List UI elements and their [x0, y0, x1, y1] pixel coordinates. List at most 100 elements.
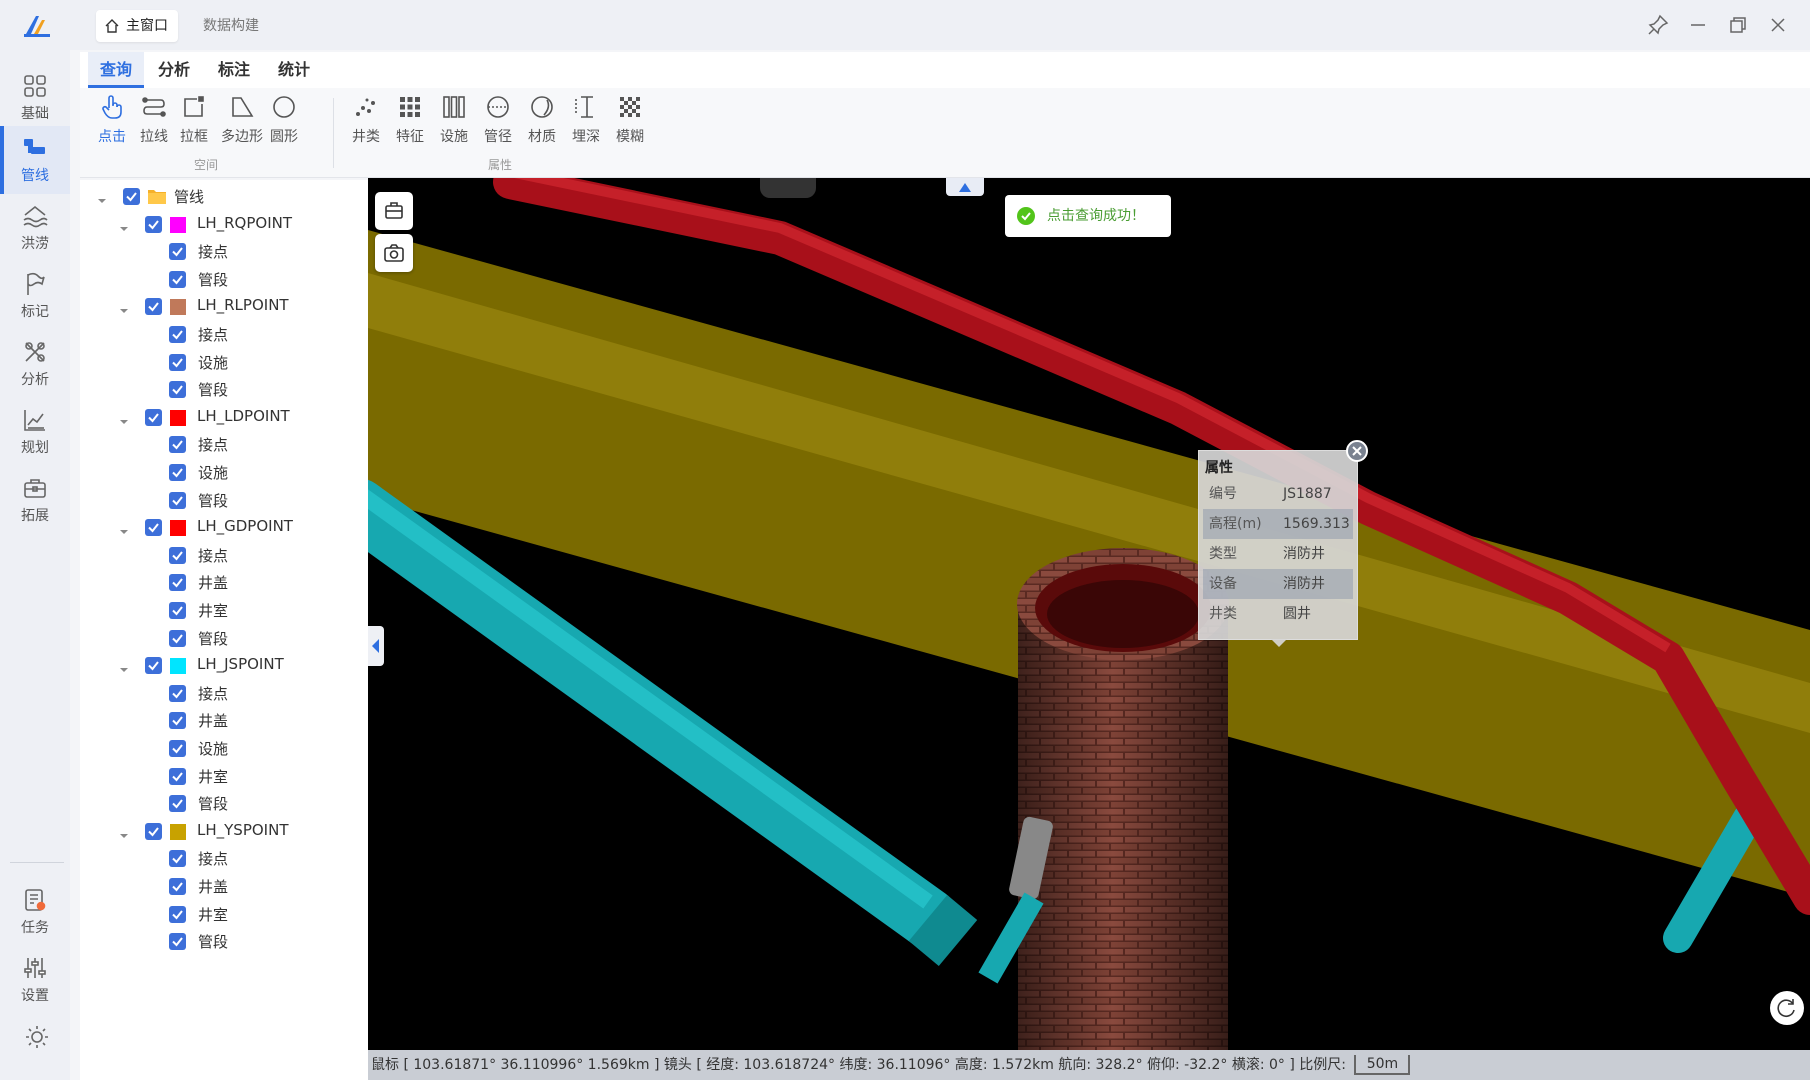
tree-sublayer[interactable]: 管段 — [80, 486, 368, 516]
tree-layer[interactable]: LH_RQPOINT — [80, 210, 368, 240]
checkbox-checked[interactable] — [145, 298, 162, 315]
tree-sublayer[interactable]: 接点 — [80, 844, 368, 874]
pipeline-3d-scene[interactable] — [368, 178, 1810, 1050]
rail-item-basic[interactable]: 基础 — [0, 64, 70, 132]
checkbox-checked[interactable] — [169, 464, 186, 481]
checkbox-checked[interactable] — [169, 795, 186, 812]
tree-sublayer[interactable]: 管段 — [80, 927, 368, 957]
collapse-caret-icon[interactable] — [119, 523, 129, 534]
tree-sublayer[interactable]: 井盖 — [80, 568, 368, 598]
tree-sublayer[interactable]: 管段 — [80, 375, 368, 405]
checkbox-checked[interactable] — [169, 933, 186, 950]
tree-layer[interactable]: LH_LDPOINT — [80, 403, 368, 433]
tree-root[interactable]: 管线 — [80, 182, 368, 212]
checkbox-checked[interactable] — [145, 657, 162, 674]
tab-main-window[interactable]: 主窗口 — [96, 10, 178, 42]
rail-item-planning[interactable]: 规划 — [0, 398, 70, 466]
checkbox-checked[interactable] — [169, 878, 186, 895]
tree-sublayer[interactable]: 接点 — [80, 679, 368, 709]
minimize-icon[interactable] — [1686, 13, 1710, 37]
checkbox-checked[interactable] — [169, 630, 186, 647]
rail-item-settings[interactable]: 设置 — [0, 946, 70, 1014]
facility-button[interactable]: 设施 — [432, 94, 476, 156]
screenshot-button[interactable] — [375, 234, 413, 272]
tree-layer[interactable]: LH_GDPOINT — [80, 513, 368, 543]
checkbox-checked[interactable] — [169, 685, 186, 702]
rail-item-mark[interactable]: 标记 — [0, 262, 70, 330]
collapse-caret-icon[interactable] — [119, 302, 129, 313]
checkbox-checked[interactable] — [145, 823, 162, 840]
tree-sublayer[interactable]: 设施 — [80, 734, 368, 764]
material-button[interactable]: 材质 — [520, 94, 564, 156]
tab-analysis[interactable]: 分析 — [146, 52, 202, 88]
checkbox-checked[interactable] — [169, 436, 186, 453]
tree-layer[interactable]: LH_YSPOINT — [80, 817, 368, 847]
close-icon[interactable] — [1766, 13, 1790, 37]
restore-icon[interactable] — [1726, 13, 1750, 37]
map-viewport[interactable]: 点击查询成功！ 属性 编号 JS1887 高程(m) 1569.313 类型 消… — [368, 178, 1810, 1050]
circle-query-button[interactable]: 圆形 — [262, 94, 306, 156]
rail-item-pipeline[interactable]: 管线 — [0, 126, 70, 194]
tab-statistics[interactable]: 统计 — [266, 52, 322, 88]
checkbox-checked[interactable] — [169, 492, 186, 509]
depth-button[interactable]: 埋深 — [564, 94, 608, 156]
tree-sublayer[interactable]: 接点 — [80, 237, 368, 267]
tree-sublayer[interactable]: 管段 — [80, 265, 368, 295]
box-query-button[interactable]: 拉框 — [172, 94, 216, 156]
expand-top-tab[interactable] — [946, 178, 984, 196]
tab-query[interactable]: 查询 — [88, 52, 144, 88]
well-type-button[interactable]: 井类 — [344, 94, 388, 156]
tree-sublayer[interactable]: 井盖 — [80, 872, 368, 902]
popup-close-button[interactable] — [1346, 440, 1368, 462]
tree-sublayer[interactable]: 接点 — [80, 320, 368, 350]
checkbox-checked[interactable] — [169, 381, 186, 398]
collapse-caret-icon[interactable] — [119, 661, 129, 672]
checkbox-checked[interactable] — [169, 574, 186, 591]
tree-sublayer[interactable]: 接点 — [80, 541, 368, 571]
checkbox-checked[interactable] — [169, 768, 186, 785]
checkbox-checked[interactable] — [169, 243, 186, 260]
click-query-button[interactable]: 点击 — [90, 94, 134, 156]
rail-item-extend[interactable]: 拓展 — [0, 466, 70, 534]
collapse-caret-icon[interactable] — [119, 413, 129, 424]
rail-item-flood[interactable]: 洪涝 — [0, 194, 70, 262]
checkbox-checked[interactable] — [145, 409, 162, 426]
tree-layer[interactable]: LH_JSPOINT — [80, 651, 368, 681]
tree-sublayer[interactable]: 井室 — [80, 596, 368, 626]
tree-layer[interactable]: LH_RLPOINT — [80, 292, 368, 322]
pin-icon[interactable] — [1646, 13, 1670, 37]
tree-sublayer[interactable]: 井室 — [80, 900, 368, 930]
checkbox-checked[interactable] — [145, 216, 162, 233]
tree-sublayer[interactable]: 设施 — [80, 458, 368, 488]
tree-sublayer[interactable]: 管段 — [80, 789, 368, 819]
layer-manager-button[interactable] — [375, 192, 413, 230]
collapse-caret-icon[interactable] — [119, 220, 129, 231]
tree-sublayer[interactable]: 井室 — [80, 762, 368, 792]
reset-view-button[interactable] — [1770, 991, 1804, 1025]
tree-sublayer[interactable]: 设施 — [80, 348, 368, 378]
checkbox-checked[interactable] — [169, 271, 186, 288]
rail-item-task[interactable]: 任务 — [0, 878, 70, 946]
checkbox-checked[interactable] — [169, 354, 186, 371]
collapse-caret-icon[interactable] — [119, 827, 129, 838]
line-query-button[interactable]: 拉线 — [132, 94, 176, 156]
checkbox-checked[interactable] — [145, 519, 162, 536]
tree-sublayer[interactable]: 井盖 — [80, 706, 368, 736]
fuzzy-button[interactable]: 模糊 — [608, 94, 652, 156]
checkbox-checked[interactable] — [169, 712, 186, 729]
tree-sublayer[interactable]: 接点 — [80, 430, 368, 460]
checkbox-checked[interactable] — [123, 188, 140, 205]
collapse-caret-icon[interactable] — [97, 192, 107, 203]
checkbox-checked[interactable] — [169, 547, 186, 564]
sun-icon[interactable] — [24, 1024, 50, 1050]
diameter-button[interactable]: 管径 — [476, 94, 520, 156]
checkbox-checked[interactable] — [169, 906, 186, 923]
tab-data-build[interactable]: 数据构建 — [203, 10, 259, 42]
checkbox-checked[interactable] — [169, 740, 186, 757]
checkbox-checked[interactable] — [169, 602, 186, 619]
checkbox-checked[interactable] — [169, 326, 186, 343]
feature-button[interactable]: 特征 — [388, 94, 432, 156]
rail-item-analysis[interactable]: 分析 — [0, 330, 70, 398]
tree-sublayer[interactable]: 管段 — [80, 624, 368, 654]
tab-annotate[interactable]: 标注 — [206, 52, 262, 88]
